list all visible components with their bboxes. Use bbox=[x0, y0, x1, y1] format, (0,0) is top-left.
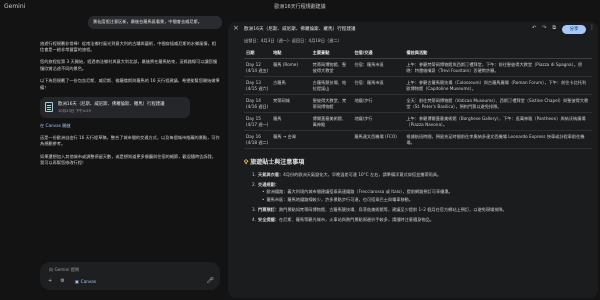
canvas-button-label: Canvas bbox=[80, 278, 97, 284]
tip-subitem-text: 羅馬市區：羅馬地鐵路線較少，許多景點步行可達，也可搭乘巴士與電車移動。 bbox=[266, 197, 414, 203]
table-row: Day 12 (4/14 週五) 羅馬 (Rome) 梵蒂岡博物館、聖彼得大教堂 住宿… bbox=[244, 58, 592, 77]
bullet-icon: • bbox=[262, 189, 265, 195]
chat-thread: 景仙度假注意区新，最後台羅馬區看景，中間會去威尼斯。 旅遊行程規劃非常棒！從南法… bbox=[40, 16, 222, 258]
table-cell-notes: 全天：前往梵蒂岡博物館（Vatican Museums）、西斯汀禮拜堂（Sist… bbox=[404, 94, 592, 113]
table-cell-spots: 梵蒂岡博物館、聖彼得大教堂 bbox=[310, 58, 353, 77]
column-header: 備註與活動 bbox=[404, 48, 592, 59]
column-header: 日期 bbox=[244, 48, 272, 59]
canvas-document: 出發日：4月3日（週一）· 返回日：4月18日（週二） 日期 地點 主要景點 住… bbox=[244, 38, 592, 296]
table-cell-day: Day 13 (4/15 週六) bbox=[244, 76, 272, 95]
canvas-button[interactable]: ▣ Canvas bbox=[73, 279, 96, 284]
table-cell-transport: 地鐵/步行 bbox=[352, 112, 405, 131]
tip-label: 交通規劃： bbox=[258, 181, 279, 187]
table-cell-notes: 上午：參觀梵蒂岡博物館與西斯汀禮拜堂，下午：前往聖彼得大教堂（Piazza di… bbox=[404, 58, 592, 77]
mic-icon[interactable]: 🎤︎ bbox=[206, 277, 214, 284]
table-cell-day: Day 14 (4/16 週日) bbox=[244, 94, 272, 113]
tip-text: 熱門景點如梵蒂岡博物館、古羅馬競技場、烏菲茲美術館等，建議至少提前 1–2 個月… bbox=[278, 206, 507, 212]
share-button[interactable]: 分享 bbox=[562, 25, 586, 34]
tip-label: 安全提醒： bbox=[258, 216, 279, 222]
table-cell-transport: 住宿：羅馬市區 bbox=[352, 58, 405, 77]
tip-subitem: • 羅馬市區：羅馬地鐵路線較少，許多景點步行可達，也可搭乘巴士與電車移動。 bbox=[262, 197, 592, 203]
tip-label: 門票預訂： bbox=[258, 206, 279, 212]
table-cell-transport: 地鐵/步行 bbox=[352, 94, 405, 113]
table-row: Day 16 (4/18 週二) 羅馬 → 台灣 羅馬達文西機場 (FCO) 根據航班… bbox=[244, 130, 592, 149]
table-cell-notes: 上午：參觀古羅馬競技場（Colosseum）與古羅馬廣場（Roman Forum… bbox=[404, 76, 592, 95]
table-cell-spots: 古羅馬競技場、帕拉提諾山 bbox=[310, 76, 353, 95]
composer-toolbar: + ⚙ ▣ Canvas bbox=[48, 278, 96, 284]
response-paragraph: 以下為您規劃了一份包含尼斯、威尼斯、佛羅倫斯與羅馬的 16 天行程建議，希望能幫… bbox=[40, 78, 220, 90]
canvas-title: 歐洲16天（尼斯、威尼斯、佛羅倫斯、羅馬）行程建議 bbox=[244, 27, 356, 32]
tip-number: 1. bbox=[252, 172, 256, 177]
tip-sublist: • 歐洲鐵路：義大利境內城市間建議搭乘高速鐵路（Frecciarossa 或 It… bbox=[252, 189, 592, 202]
table-cell-spots: 聖彼得大教堂、梵蒂岡博物館 bbox=[310, 94, 353, 113]
table-cell-day: Day 12 (4/14 週五) bbox=[244, 58, 272, 77]
copy-icon[interactable]: ⧉ bbox=[552, 25, 556, 31]
more-icon[interactable]: ⋮ bbox=[589, 24, 595, 31]
response-paragraph: 您的旅程從第 3 天開始，經過南法鄉村與意大利北部，最後將在羅馬結束，這條路線可… bbox=[40, 59, 218, 71]
column-header: 住宿/交通 bbox=[352, 48, 405, 59]
canvas-toolbar: ↶ ↷ ⧉ bbox=[526, 25, 556, 31]
canvas-icon: ▣ bbox=[74, 278, 79, 284]
tip-text: 4月份的歐洲天氣變化大，早晚溫差可達 10°C 左右，請準備洋蔥式穿搭並攜帶雨具… bbox=[283, 172, 442, 177]
document-chip[interactable]: 歐洲16天（尼斯、威尼斯、佛羅倫斯、羅馬）行程建議 10月23日 下午4:29 bbox=[40, 96, 190, 118]
table-row: Day 13 (4/15 週六) 古羅馬 古羅馬競技場、帕拉提諾山 住宿：羅馬市區 上午… bbox=[244, 76, 592, 95]
table-cell-city: 羅馬 bbox=[271, 112, 311, 131]
column-header: 主要景點 bbox=[310, 48, 353, 59]
document-chip-date: 10月23日 下午4:29 bbox=[58, 108, 91, 113]
tip-number: 2. bbox=[252, 181, 256, 187]
tip-number: 4. bbox=[252, 216, 256, 222]
composer: + ⚙ ▣Canvas 🎤︎ bbox=[40, 262, 220, 290]
table-cell-day: Day 15 (4/17 週一) bbox=[244, 112, 272, 131]
response-paragraph: 這是一份歐洲自由行 16 天行程草稿，整合了城市間的交通方式，以及每個城市推薦的… bbox=[40, 134, 220, 147]
response-paragraph: 如果還想加入其他城市或調整停留天數，或是想知道更多餐廳與住宿的細節，歡迎隨時告訴… bbox=[40, 153, 216, 166]
document-chip-title: 歐洲16天（尼斯、威尼斯、佛羅倫斯、羅馬）行程建議 bbox=[58, 101, 165, 107]
table-cell-city: 羅馬 → 台灣 bbox=[271, 130, 311, 149]
undo-icon[interactable]: ↶ bbox=[532, 25, 536, 31]
tips-heading: 💡︎ 旅遊貼士與注意事項 bbox=[244, 157, 592, 167]
response-paragraph: 旅遊行程規劃非常棒！從南法鄉村風光到意大利的古蹟與藝術，中間穿插威尼斯的水鄉風情… bbox=[40, 40, 216, 52]
bullet-icon: • bbox=[262, 197, 265, 203]
table-header-row: 日期 地點 主要景點 住宿/交通 備註與活動 bbox=[244, 48, 592, 59]
table-cell-transport: 羅馬達文西機場 (FCO) bbox=[352, 130, 405, 149]
open-in-canvas-link[interactable]: 在 Canvas 開啟 bbox=[40, 123, 222, 129]
app-title: 歐洲16天行程規劃建議 bbox=[274, 4, 326, 10]
table-row: Day 14 (4/16 週日) 梵蒂岡城 聖彼得大教堂、梵蒂岡博物館 地鐵/步行 全天… bbox=[244, 94, 592, 113]
table-cell-notes: 上午：參觀博爾蓋塞美術館（Borghese Gallery），下午：逛萬神殿（P… bbox=[404, 112, 592, 131]
column-header: 地點 bbox=[271, 48, 311, 59]
canvas-header: × 歐洲16天（尼斯、威尼斯、佛羅倫斯、羅馬）行程建議 ↶ ↷ ⧉ 分享 ⋮ bbox=[228, 22, 598, 36]
tips-list: 1. 天氣與衣著：4月份的歐洲天氣變化大，早晚溫差可達 10°C 左右，請準備洋蔥… bbox=[244, 172, 592, 222]
table-cell-spots bbox=[310, 130, 353, 149]
lightbulb-icon: 💡︎ bbox=[244, 159, 249, 166]
tip-subitem: • 歐洲鐵路：義大利境內城市間建議搭乘高速鐵路（Frecciarossa 或 It… bbox=[262, 189, 592, 195]
redo-icon[interactable]: ↷ bbox=[542, 25, 546, 31]
prompt-input[interactable] bbox=[49, 266, 209, 273]
top-bar: Gemini 歐洲16天行程規劃建議 bbox=[0, 0, 600, 14]
table-cell-spots: 博爾蓋塞美術館、萬神殿 bbox=[310, 112, 353, 131]
table-row: Day 15 (4/17 週一) 羅馬 博爾蓋塞美術館、萬神殿 地鐵/步行 上午：參觀博… bbox=[244, 112, 592, 131]
tip-item: 2. 交通規劃： • 歐洲鐵路：義大利境內城市間建議搭乘高速鐵路（Frecciaros… bbox=[252, 182, 592, 203]
tip-text: 在尼斯、羅馬等觀光城市，火車站與熱門景點周邊扒手較多，請隨時注意隨身物品。 bbox=[278, 216, 434, 222]
tip-item: 4. 安全提醒：在尼斯、羅馬等觀光城市，火車站與熱門景點周邊扒手較多，請隨時注意隨… bbox=[252, 217, 592, 223]
table-cell-day: Day 16 (4/18 週二) bbox=[244, 130, 272, 149]
itinerary-subheading: 出發日：4月3日（週一）· 返回日：4月18日（週二） bbox=[244, 38, 342, 43]
tip-label: 天氣與衣著： bbox=[258, 172, 284, 177]
tip-subitem-text: 歐洲鐵路：義大利境內城市間建議搭乘高速鐵路（Frecciarossa 或 Ita… bbox=[266, 189, 453, 195]
tip-item: 3. 門票預訂：熱門景點如梵蒂岡博物館、古羅馬競技場、烏菲茲美術館等，建議至少提前… bbox=[252, 207, 592, 213]
itinerary-table: 日期 地點 主要景點 住宿/交通 備註與活動 Day 12 (4/14 週五) 羅… bbox=[244, 48, 592, 149]
tools-icon[interactable]: ⚙ bbox=[60, 278, 64, 284]
table-cell-transport: 住宿：羅馬市區 bbox=[352, 76, 405, 95]
tip-item: 1. 天氣與衣著：4月份的歐洲天氣變化大，早晚溫差可達 10°C 左右，請準備洋蔥… bbox=[252, 172, 592, 178]
table-cell-city: 古羅馬 bbox=[271, 76, 311, 95]
close-icon[interactable]: × bbox=[233, 25, 239, 32]
document-icon bbox=[45, 102, 53, 113]
table-cell-city: 羅馬 (Rome) bbox=[271, 58, 311, 77]
user-message: 景仙度假注意区新，最後台羅馬區看景，中間會去威尼斯。 bbox=[88, 16, 222, 29]
tips-heading-text: 旅遊貼士與注意事項 bbox=[250, 159, 305, 166]
tip-number: 3. bbox=[252, 206, 256, 212]
canvas-panel: × 歐洲16天（尼斯、威尼斯、佛羅倫斯、羅馬）行程建議 ↶ ↷ ⧉ 分享 ⋮ 出… bbox=[228, 22, 598, 298]
add-icon[interactable]: + bbox=[48, 278, 52, 284]
table-cell-notes: 根據航班時間，預留充足時間前往李奧納多達文西機場 Leonardo Expres… bbox=[404, 130, 592, 149]
table-cell-city: 梵蒂岡城 bbox=[271, 94, 311, 113]
